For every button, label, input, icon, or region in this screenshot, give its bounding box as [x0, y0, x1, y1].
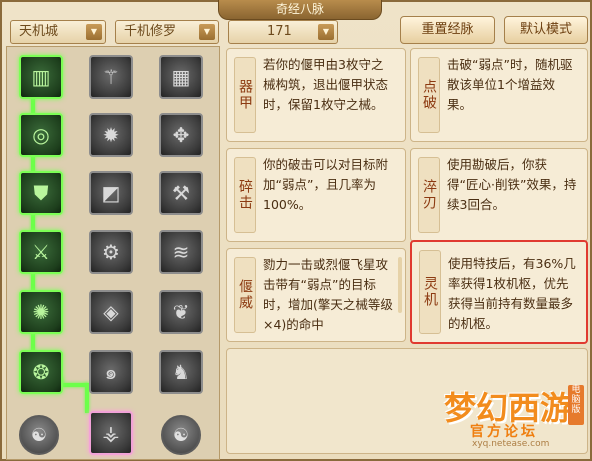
- broken-shield-icon[interactable]: ⛊: [19, 171, 63, 215]
- skill-card-name: 偃威: [237, 279, 253, 311]
- forum-logo: 梦幻西游 官方论坛 xyq.netease.com 电脑版: [444, 383, 584, 455]
- gear-gem-icon[interactable]: ⚙: [89, 230, 133, 274]
- points-select[interactable]: 171 ▼: [228, 20, 338, 44]
- branch-select-value: 千机修罗: [124, 24, 177, 39]
- book-icon[interactable]: ▥: [19, 55, 63, 99]
- skill-card-name: 碎击: [237, 179, 253, 211]
- skill-card[interactable]: 偃威 勠力一击或烈偃飞星攻击带有“弱点”的目标时，增加(擎天之械等级×4)的命中: [226, 248, 406, 342]
- skill-card-name-box: 灵机: [419, 250, 441, 334]
- school-select-value: 天机城: [19, 24, 59, 39]
- skill-card[interactable]: 点破 击破“弱点”时，随机驱散该单位1个增益效果。: [410, 48, 588, 142]
- serpent-emblem-icon[interactable]: ☯: [161, 415, 201, 455]
- default-mode-button[interactable]: 默认模式: [504, 16, 588, 44]
- logo-url: xyq.netease.com: [472, 439, 550, 449]
- skill-card-desc: 使用勘破后，你获得“匠心·削铁”效果，持续3回合。: [447, 157, 577, 212]
- beast-claw-icon[interactable]: ✥: [159, 113, 203, 157]
- skill-card[interactable]: 淬刃 使用勘破后，你获得“匠心·削铁”效果，持续3回合。: [410, 148, 588, 242]
- mech-figure-icon[interactable]: ♞: [159, 350, 203, 394]
- card-scrollbar[interactable]: [398, 257, 402, 313]
- spiral-icon[interactable]: ๑: [89, 350, 133, 394]
- flame-burst-icon[interactable]: ✹: [89, 113, 133, 157]
- skill-card-name-box: 点破: [418, 57, 440, 133]
- serpent-emblem-icon[interactable]: ☯: [19, 415, 59, 455]
- chevron-down-icon[interactable]: ▼: [318, 24, 334, 40]
- points-value: 171: [267, 24, 292, 39]
- chevron-down-icon[interactable]: ▼: [86, 24, 102, 40]
- target-rings-icon[interactable]: ◎: [19, 113, 63, 157]
- skill-card-name: 灵机: [422, 276, 438, 308]
- school-select[interactable]: 天机城 ▼: [10, 20, 106, 44]
- skill-card-name-box: 淬刃: [418, 157, 440, 233]
- skill-card-desc: 若你的偃甲由3枚守之械构筑，退出偃甲状态时，保留1枚守之械。: [263, 57, 389, 112]
- skill-card-desc: 你的破击可以对目标附加“弱点”，且几率为100%。: [263, 157, 389, 212]
- skill-card-name-box: 器甲: [234, 57, 256, 133]
- crossed-weapons-icon[interactable]: ⚔: [19, 230, 63, 274]
- logo-tag: 电脑版: [568, 385, 584, 425]
- meridian-window: 奇经八脉 天机城 ▼ 千机修罗 ▼ 171 ▼ 重置经脉 默认模式 ▥ ◎ ⛊ …: [0, 0, 592, 461]
- skill-card[interactable]: 器甲 若你的偃甲由3枚守之械构筑，退出偃甲状态时，保留1枚守之械。: [226, 48, 406, 142]
- lotus-mask-icon[interactable]: ❦: [159, 290, 203, 334]
- swirl-orb-icon[interactable]: ❂: [19, 350, 63, 394]
- skill-card-name: 淬刃: [421, 179, 437, 211]
- branch-select[interactable]: 千机修罗 ▼: [115, 20, 219, 44]
- diamond-sigil-icon[interactable]: ◈: [89, 290, 133, 334]
- chevron-down-icon[interactable]: ▼: [199, 24, 215, 40]
- skill-card[interactable]: 碎击 你的破击可以对目标附加“弱点”，且几率为100%。: [226, 148, 406, 242]
- skill-card-name-box: 碎击: [234, 157, 256, 233]
- wind-slash-icon[interactable]: ≋: [159, 230, 203, 274]
- rune-circle-icon[interactable]: ✺: [19, 290, 63, 334]
- blade-trident-icon[interactable]: ⚶: [89, 411, 133, 455]
- skill-card-highlighted[interactable]: 灵机 使用特技后，有36%几率获得1枚机枢，优先获得当前持有数量最多的机枢。: [410, 240, 588, 344]
- puzzle-tablet-icon[interactable]: ▦: [159, 55, 203, 99]
- skill-card-desc: 使用特技后，有36%几率获得1枚机枢，优先获得当前持有数量最多的机枢。: [448, 256, 576, 331]
- anvil-icon[interactable]: ⚒: [159, 171, 203, 215]
- skill-card-desc: 击破“弱点”时，随机驱散该单位1个增益效果。: [447, 57, 573, 112]
- logo-subtitle: 官方论坛: [470, 424, 538, 440]
- broken-blade-icon[interactable]: ⚚: [89, 55, 133, 99]
- reset-meridian-button[interactable]: 重置经脉: [400, 16, 495, 44]
- cube-glyph-icon[interactable]: ◩: [89, 171, 133, 215]
- skill-tree-panel: ▥ ◎ ⛊ ⚔ ✺ ❂ ⚚ ✹ ◩ ⚙ ◈ ๑ ⚶ ▦ ✥ ⚒ ≋ ❦ ♞ ☯ …: [6, 46, 220, 460]
- window-title: 奇经八脉: [218, 0, 382, 20]
- skill-card-name: 点破: [421, 79, 437, 111]
- skill-card-name-box: 偃威: [234, 257, 256, 333]
- skill-card-desc: 勠力一击或烈偃飞星攻击带有“弱点”的目标时，增加(擎天之械等级×4)的命中: [263, 257, 393, 332]
- skill-card-name: 器甲: [237, 79, 253, 111]
